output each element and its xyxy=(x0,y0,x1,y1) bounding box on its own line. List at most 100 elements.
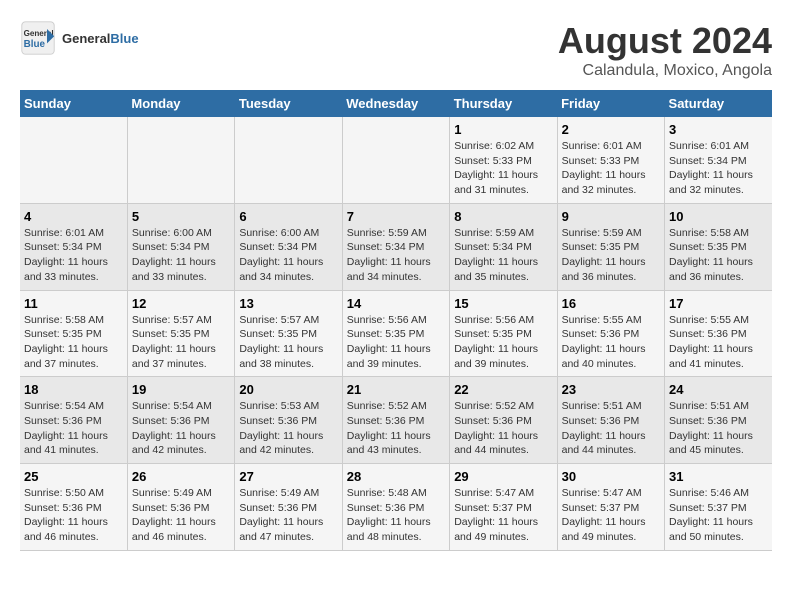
calendar-cell: 18 Sunrise: 5:54 AMSunset: 5:36 PMDayligh… xyxy=(20,377,127,464)
day-number: 7 xyxy=(347,209,445,224)
calendar-cell: 23Sunrise: 5:51 AMSunset: 5:36 PMDayligh… xyxy=(557,377,664,464)
calendar-cell: 15 Sunrise: 5:56 AMSunset: 5:35 PMDayligh… xyxy=(450,290,557,377)
day-info: Sunrise: 6:01 AMSunset: 5:34 PMDaylight:… xyxy=(24,226,123,285)
header-day-saturday: Saturday xyxy=(665,90,772,117)
logo-text: GeneralBlue xyxy=(62,31,139,46)
calendar-cell: 31 Sunrise: 5:46 AMSunset: 5:37 PMDayligh… xyxy=(665,464,772,551)
calendar-cell: 17 Sunrise: 5:55 AMSunset: 5:36 PMDayligh… xyxy=(665,290,772,377)
calendar-cell: 20Sunrise: 5:53 AMSunset: 5:36 PMDayligh… xyxy=(235,377,342,464)
day-number: 20 xyxy=(239,382,337,397)
day-info: Sunrise: 5:47 AMSunset: 5:37 PMDaylight:… xyxy=(562,486,660,545)
calendar-cell: 10 Sunrise: 5:58 AMSunset: 5:35 PMDayligh… xyxy=(665,203,772,290)
day-number: 22 xyxy=(454,382,552,397)
header-day-sunday: Sunday xyxy=(20,90,127,117)
day-info: Sunrise: 5:55 AMSunset: 5:36 PMDaylight:… xyxy=(669,313,768,372)
day-number: 1 xyxy=(454,122,552,137)
header-row: SundayMondayTuesdayWednesdayThursdayFrid… xyxy=(20,90,772,117)
calendar-cell: 9 Sunrise: 5:59 AMSunset: 5:35 PMDaylight… xyxy=(557,203,664,290)
day-info: Sunrise: 5:54 AMSunset: 5:36 PMDaylight:… xyxy=(132,399,230,458)
calendar-cell: 29Sunrise: 5:47 AMSunset: 5:37 PMDayligh… xyxy=(450,464,557,551)
day-info: Sunrise: 5:58 AMSunset: 5:35 PMDaylight:… xyxy=(669,226,768,285)
day-number: 3 xyxy=(669,122,768,137)
day-number: 6 xyxy=(239,209,337,224)
calendar-cell: 6 Sunrise: 6:00 AMSunset: 5:34 PMDaylight… xyxy=(235,203,342,290)
day-info: Sunrise: 5:56 AMSunset: 5:35 PMDaylight:… xyxy=(454,313,552,372)
week-row-5: 25Sunrise: 5:50 AMSunset: 5:36 PMDayligh… xyxy=(20,464,772,551)
day-number: 19 xyxy=(132,382,230,397)
day-number: 18 xyxy=(24,382,123,397)
day-number: 21 xyxy=(347,382,445,397)
week-row-1: 1 Sunrise: 6:02 AMSunset: 5:33 PMDaylight… xyxy=(20,117,772,203)
header-day-friday: Friday xyxy=(557,90,664,117)
header-day-tuesday: Tuesday xyxy=(235,90,342,117)
day-info: Sunrise: 6:00 AMSunset: 5:34 PMDaylight:… xyxy=(239,226,337,285)
day-number: 15 xyxy=(454,296,552,311)
week-row-3: 11Sunrise: 5:58 AMSunset: 5:35 PMDayligh… xyxy=(20,290,772,377)
calendar-header: SundayMondayTuesdayWednesdayThursdayFrid… xyxy=(20,90,772,117)
header: General Blue GeneralBlue August 2024 Cal… xyxy=(20,20,772,80)
day-number: 5 xyxy=(132,209,230,224)
day-info: Sunrise: 5:47 AMSunset: 5:37 PMDaylight:… xyxy=(454,486,552,545)
calendar-cell xyxy=(342,117,449,203)
calendar-cell: 7 Sunrise: 5:59 AMSunset: 5:34 PMDaylight… xyxy=(342,203,449,290)
day-number: 24 xyxy=(669,382,768,397)
day-number: 11 xyxy=(24,296,123,311)
day-info: Sunrise: 5:57 AMSunset: 5:35 PMDaylight:… xyxy=(239,313,337,372)
day-info: Sunrise: 6:02 AMSunset: 5:33 PMDaylight:… xyxy=(454,139,552,198)
calendar-cell: 26 Sunrise: 5:49 AMSunset: 5:36 PMDayligh… xyxy=(127,464,234,551)
day-number: 27 xyxy=(239,469,337,484)
day-info: Sunrise: 5:56 AMSunset: 5:35 PMDaylight:… xyxy=(347,313,445,372)
calendar-cell xyxy=(235,117,342,203)
calendar-body: 1 Sunrise: 6:02 AMSunset: 5:33 PMDaylight… xyxy=(20,117,772,550)
day-info: Sunrise: 5:48 AMSunset: 5:36 PMDaylight:… xyxy=(347,486,445,545)
day-number: 14 xyxy=(347,296,445,311)
calendar-cell: 11Sunrise: 5:58 AMSunset: 5:35 PMDayligh… xyxy=(20,290,127,377)
calendar-cell: 16 Sunrise: 5:55 AMSunset: 5:36 PMDayligh… xyxy=(557,290,664,377)
logo: General Blue GeneralBlue xyxy=(20,20,139,56)
day-info: Sunrise: 5:59 AMSunset: 5:34 PMDaylight:… xyxy=(347,226,445,285)
calendar-subtitle: Calandula, Moxico, Angola xyxy=(558,62,772,80)
day-info: Sunrise: 5:49 AMSunset: 5:36 PMDaylight:… xyxy=(239,486,337,545)
week-row-2: 4 Sunrise: 6:01 AMSunset: 5:34 PMDaylight… xyxy=(20,203,772,290)
calendar-cell: 22 Sunrise: 5:52 AMSunset: 5:36 PMDayligh… xyxy=(450,377,557,464)
day-info: Sunrise: 5:59 AMSunset: 5:35 PMDaylight:… xyxy=(562,226,660,285)
day-number: 17 xyxy=(669,296,768,311)
day-number: 4 xyxy=(24,209,123,224)
calendar-cell: 27 Sunrise: 5:49 AMSunset: 5:36 PMDayligh… xyxy=(235,464,342,551)
day-info: Sunrise: 5:52 AMSunset: 5:36 PMDaylight:… xyxy=(454,399,552,458)
calendar-cell: 30 Sunrise: 5:47 AMSunset: 5:37 PMDayligh… xyxy=(557,464,664,551)
day-number: 30 xyxy=(562,469,660,484)
day-number: 26 xyxy=(132,469,230,484)
day-info: Sunrise: 6:01 AMSunset: 5:33 PMDaylight:… xyxy=(562,139,660,198)
calendar-cell: 2Sunrise: 6:01 AMSunset: 5:33 PMDaylight… xyxy=(557,117,664,203)
calendar-cell: 3 Sunrise: 6:01 AMSunset: 5:34 PMDaylight… xyxy=(665,117,772,203)
day-info: Sunrise: 5:50 AMSunset: 5:36 PMDaylight:… xyxy=(24,486,123,545)
day-number: 31 xyxy=(669,469,768,484)
calendar-title: August 2024 xyxy=(558,20,772,62)
day-info: Sunrise: 5:54 AMSunset: 5:36 PMDaylight:… xyxy=(24,399,123,458)
day-info: Sunrise: 5:57 AMSunset: 5:35 PMDaylight:… xyxy=(132,313,230,372)
day-number: 9 xyxy=(562,209,660,224)
day-info: Sunrise: 5:55 AMSunset: 5:36 PMDaylight:… xyxy=(562,313,660,372)
header-day-thursday: Thursday xyxy=(450,90,557,117)
day-number: 10 xyxy=(669,209,768,224)
svg-text:Blue: Blue xyxy=(24,39,46,50)
calendar-cell: 5 Sunrise: 6:00 AMSunset: 5:34 PMDaylight… xyxy=(127,203,234,290)
day-info: Sunrise: 5:49 AMSunset: 5:36 PMDaylight:… xyxy=(132,486,230,545)
calendar-cell: 4 Sunrise: 6:01 AMSunset: 5:34 PMDaylight… xyxy=(20,203,127,290)
calendar-cell xyxy=(20,117,127,203)
day-info: Sunrise: 5:46 AMSunset: 5:37 PMDaylight:… xyxy=(669,486,768,545)
day-info: Sunrise: 5:59 AMSunset: 5:34 PMDaylight:… xyxy=(454,226,552,285)
day-info: Sunrise: 6:01 AMSunset: 5:34 PMDaylight:… xyxy=(669,139,768,198)
day-info: Sunrise: 6:00 AMSunset: 5:34 PMDaylight:… xyxy=(132,226,230,285)
calendar-cell: 28 Sunrise: 5:48 AMSunset: 5:36 PMDayligh… xyxy=(342,464,449,551)
calendar-cell: 19 Sunrise: 5:54 AMSunset: 5:36 PMDayligh… xyxy=(127,377,234,464)
header-day-monday: Monday xyxy=(127,90,234,117)
logo-icon: General Blue xyxy=(20,20,56,56)
calendar-cell: 21Sunrise: 5:52 AMSunset: 5:36 PMDayligh… xyxy=(342,377,449,464)
day-number: 13 xyxy=(239,296,337,311)
calendar-cell: 13 Sunrise: 5:57 AMSunset: 5:35 PMDayligh… xyxy=(235,290,342,377)
day-number: 16 xyxy=(562,296,660,311)
calendar-cell: 8Sunrise: 5:59 AMSunset: 5:34 PMDaylight… xyxy=(450,203,557,290)
day-number: 28 xyxy=(347,469,445,484)
